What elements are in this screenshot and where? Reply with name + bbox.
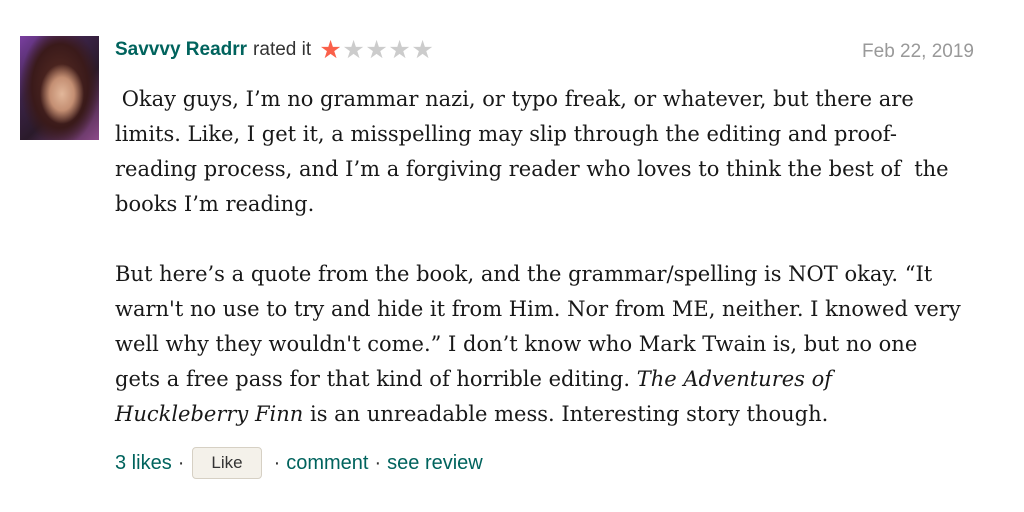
reviewer-avatar[interactable] — [20, 36, 99, 140]
star-icon[interactable]: ★ — [342, 37, 365, 63]
separator-dot: · — [374, 451, 382, 474]
review-header: Savvvy Readrr rated it ★ ★ ★ ★ ★ — [115, 36, 434, 64]
star-icon[interactable]: ★ — [388, 37, 411, 63]
review-text: Okay guys, I’m no grammar nazi, or typo … — [115, 82, 965, 432]
review-paragraph-2-text: But here’s a quote from the book, and th… — [115, 262, 968, 391]
like-button[interactable]: Like — [192, 447, 262, 479]
see-review-link[interactable]: see review — [387, 452, 483, 475]
separator-dot: · — [273, 451, 281, 474]
separator-dot: · — [177, 451, 185, 474]
review-date[interactable]: Feb 22, 2019 — [862, 41, 974, 63]
review-paragraph-2-end: is an unreadable mess. Interesting story… — [303, 402, 829, 426]
star-rating: ★ ★ ★ ★ ★ — [319, 37, 434, 63]
rated-it-label: rated it — [253, 39, 312, 60]
star-icon[interactable]: ★ — [365, 37, 388, 63]
review-actions: 3 likes · Like · comment · see review — [115, 446, 483, 480]
star-icon[interactable]: ★ — [411, 37, 434, 63]
review-paragraph-1: Okay guys, I’m no grammar nazi, or typo … — [115, 87, 956, 216]
review-paragraph-2: But here’s a quote from the book, and th… — [115, 257, 965, 432]
review-card: Savvvy Readrr rated it ★ ★ ★ ★ ★ Feb 22, 201… — [0, 0, 1024, 512]
reviewer-name-link[interactable]: Savvvy Readrr — [115, 39, 247, 61]
likes-count-link[interactable]: 3 likes — [115, 452, 172, 475]
comment-link[interactable]: comment — [286, 452, 368, 475]
star-icon[interactable]: ★ — [319, 37, 342, 63]
